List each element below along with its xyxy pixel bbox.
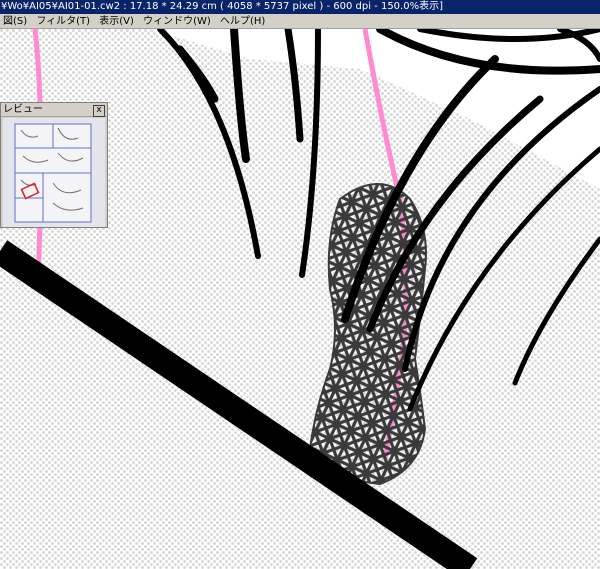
close-icon[interactable]: x: [93, 105, 105, 117]
menu-view[interactable]: 表示(V): [96, 14, 137, 29]
menu-help[interactable]: ヘルプ(H): [217, 14, 268, 29]
window-titlebar: ¥Wo¥AI05¥AI01-01.cw2 : 17.18 * 24.29 cm …: [0, 0, 600, 14]
window-title: ¥Wo¥AI05¥AI01-01.cw2 : 17.18 * 24.29 cm …: [1, 1, 443, 12]
menu-window[interactable]: ウィンドウ(W): [140, 14, 214, 29]
preview-title[interactable]: レビュー: [1, 103, 107, 117]
preview-thumbnail[interactable]: [3, 118, 105, 227]
preview-panel[interactable]: レビュー x: [0, 102, 108, 228]
menu-bar: 図(S) フィルタ(T) 表示(V) ウィンドウ(W) ヘルプ(H): [0, 14, 600, 29]
menu-filter[interactable]: フィルタ(T): [33, 14, 93, 29]
menu-edit[interactable]: 図(S): [0, 14, 30, 29]
